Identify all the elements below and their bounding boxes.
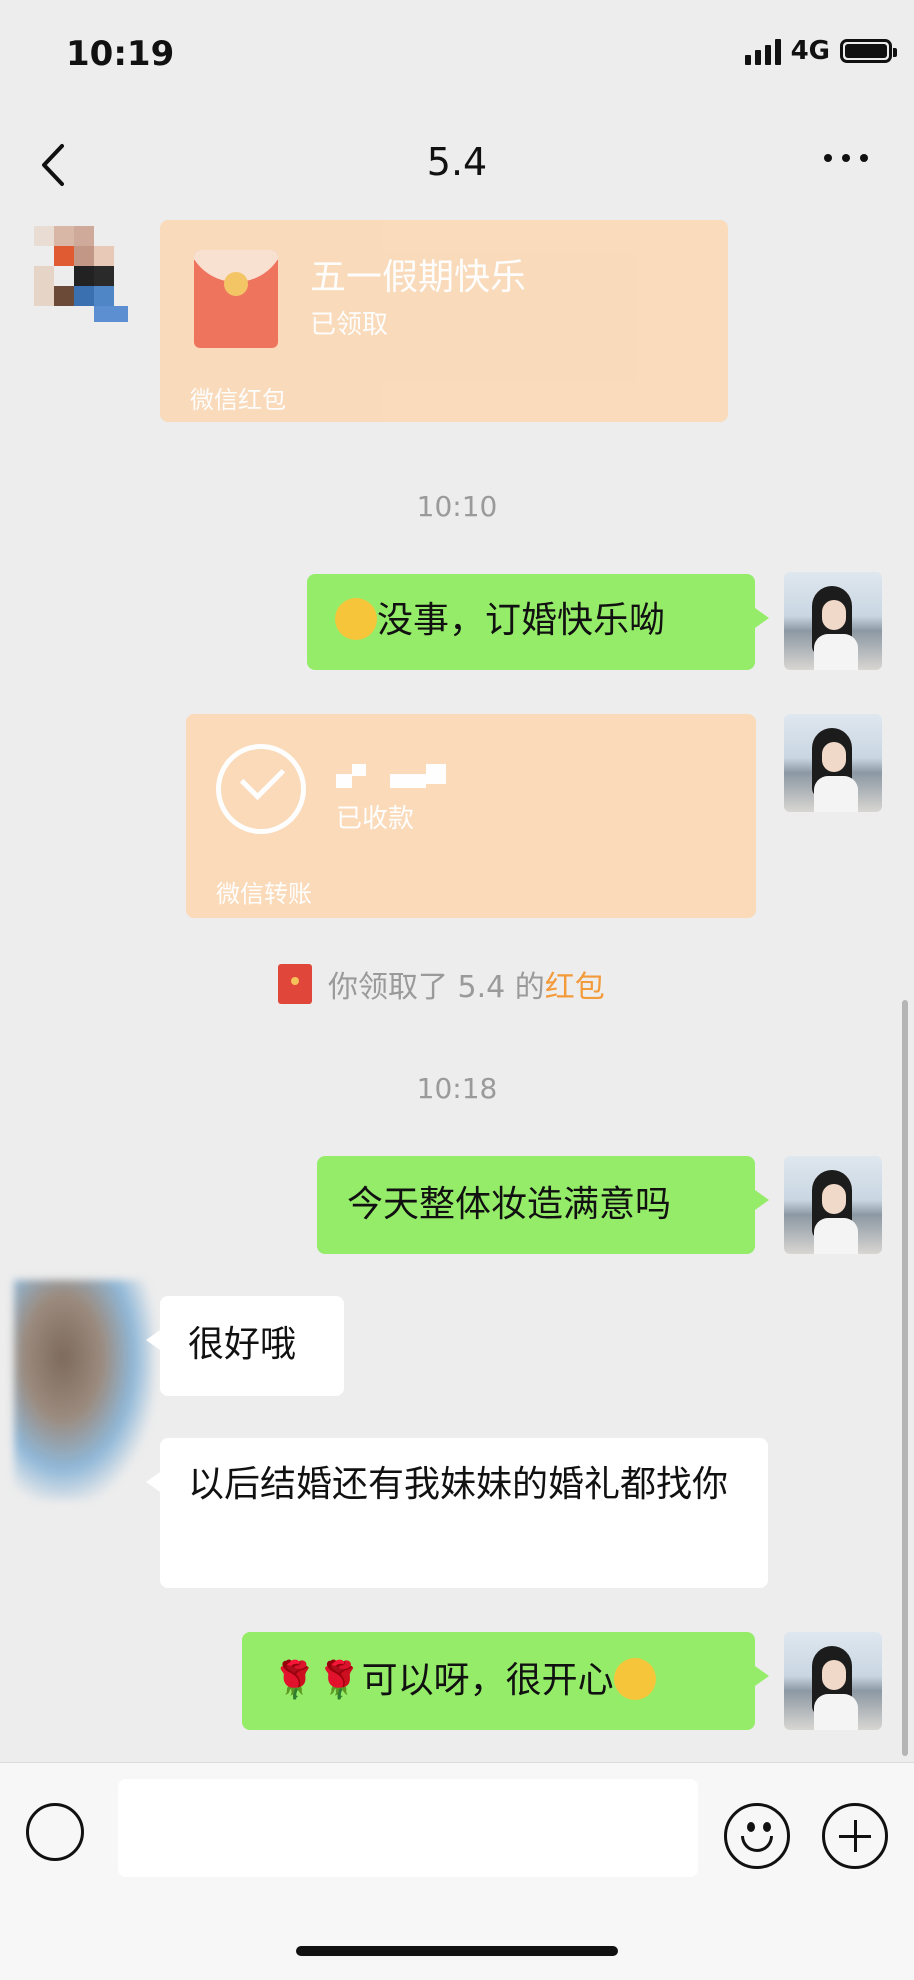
scrollbar[interactable] [902,1000,908,1756]
my-message-bubble[interactable]: 没事，订婚快乐呦 [307,574,769,670]
more-dots-icon[interactable] [824,154,868,162]
face-with-hand-emoji-icon [335,598,377,640]
red-packet-footer: 微信红包 [190,386,286,414]
message-text: 没事，订婚快乐呦 [377,600,666,641]
rose-icon: 🌹 [316,1660,362,1701]
notice-text: 你领取了 5.4 的 [328,970,545,1005]
red-packet-card[interactable]: 五一假期快乐 已领取 微信红包 [160,220,728,422]
my-message-bubble[interactable]: 🌹🌹可以呀，很开心 [242,1632,769,1730]
signal-icon [744,37,781,65]
my-avatar[interactable] [784,572,882,670]
timestamp: 10:18 [416,1072,498,1105]
transfer-card[interactable]: 已收款 微信转账 [186,714,756,918]
message-text: 可以呀，很开心 [361,1660,614,1701]
network-type: 4G [790,36,830,66]
contact-avatar-blurred[interactable] [14,1280,154,1500]
transfer-amount-masked [336,760,456,788]
my-avatar[interactable] [784,714,882,812]
my-message-bubble[interactable]: 今天整体妆造满意吗 [317,1156,769,1254]
home-indicator [296,1946,618,1956]
message-input[interactable] [118,1779,698,1877]
red-packet-link[interactable]: 红包 [545,970,605,1005]
red-packet-small-icon [278,964,312,1004]
rose-icon: 🌹 [272,1660,317,1701]
timestamp: 10:10 [416,490,498,523]
check-circle-icon [216,744,306,834]
message-text: 今天整体妆造满意吗 [347,1184,672,1225]
system-notice: 你领取了 5.4 的红包 [278,962,605,1006]
chat-title: 5.4 [426,140,488,184]
my-avatar[interactable] [784,1156,882,1254]
message-text: 以后结婚还有我妹妹的婚礼都找你 [188,1464,729,1505]
transfer-status: 已收款 [336,804,415,834]
status-indicators: 4G [744,36,897,66]
emoji-icon[interactable] [724,1803,790,1869]
transfer-footer: 微信转账 [216,880,312,908]
status-time: 10:19 [66,34,175,74]
red-packet-title: 五一假期快乐 [310,257,527,298]
contact-message-bubble[interactable]: 很好哦 [146,1296,344,1396]
message-text: 很好哦 [188,1324,297,1365]
voice-icon[interactable] [26,1803,84,1861]
partying-face-icon [613,1658,656,1700]
red-packet-status: 已领取 [310,310,389,340]
plus-icon[interactable] [822,1803,888,1869]
my-avatar[interactable] [784,1632,882,1730]
contact-avatar[interactable] [30,222,130,326]
contact-message-bubble[interactable]: 以后结婚还有我妹妹的婚礼都找你 [146,1438,768,1588]
battery-icon [840,39,897,63]
red-packet-icon [194,250,278,348]
